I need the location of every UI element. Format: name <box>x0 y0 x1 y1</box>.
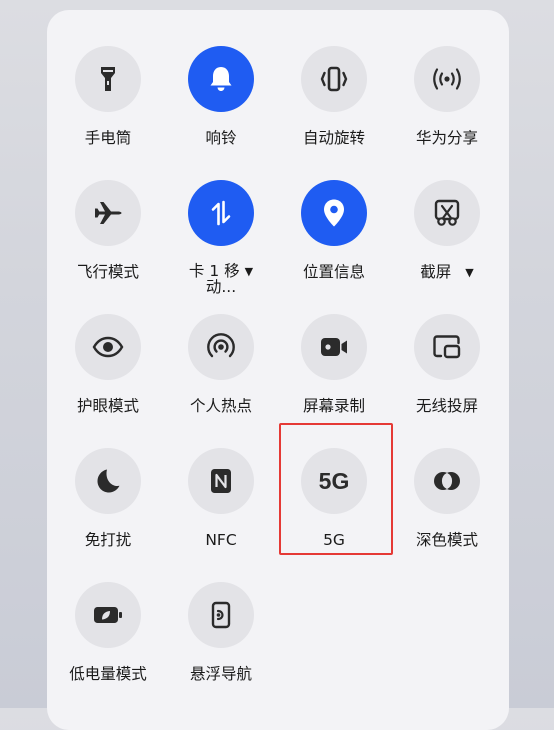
floating-nav-icon <box>211 601 231 629</box>
wireless-projection-button[interactable] <box>414 314 480 380</box>
do-not-disturb-button[interactable] <box>75 448 141 514</box>
tile-label: 悬浮导航 <box>189 665 252 683</box>
battery-leaf-icon <box>94 607 122 623</box>
dark-mode-button[interactable] <box>414 448 480 514</box>
location-button[interactable] <box>301 180 367 246</box>
carrier-label: 动... <box>205 278 237 296</box>
bell-icon <box>210 67 232 91</box>
tile-label: 飞行模式 <box>76 263 139 281</box>
airplane-button[interactable] <box>75 180 141 246</box>
tile-label: 个人热点 <box>189 397 252 415</box>
screenshot-label: 截屏 <box>420 263 452 281</box>
dark-mode-icon <box>434 472 460 490</box>
power-saving-button[interactable] <box>75 582 141 648</box>
airplane-icon <box>95 202 122 224</box>
tile-label: 位置信息 <box>302 263 365 281</box>
flashlight-icon <box>101 67 115 91</box>
eye-icon <box>92 336 124 358</box>
tile-label: 免打扰 <box>84 531 132 549</box>
screen-record-button[interactable] <box>301 314 367 380</box>
tile-label: 深色模式 <box>415 531 478 549</box>
share-wave-icon <box>433 68 461 90</box>
tile-label: NFC <box>205 531 237 549</box>
tile-label: 低电量模式 <box>69 665 147 683</box>
tile-label: 无线投屏 <box>415 397 478 415</box>
dropdown-caret-icon[interactable]: ▼ <box>245 265 253 278</box>
tile-label: 护眼模式 <box>76 397 139 415</box>
data-transfer-icon <box>211 200 231 226</box>
tile-label: 自动旋转 <box>302 129 365 147</box>
tile-label: 卡 1 移 ▼ 动... <box>171 263 271 296</box>
nfc-icon <box>211 469 231 493</box>
video-camera-icon <box>321 338 347 356</box>
tile-label: 华为分享 <box>415 129 478 147</box>
location-pin-icon <box>324 199 344 227</box>
auto-rotate-button[interactable] <box>301 46 367 112</box>
tile-label: 手电筒 <box>84 129 132 147</box>
mobile-data-button[interactable] <box>188 180 254 246</box>
screenshot-scissors-icon <box>434 199 460 226</box>
screenshot-button[interactable] <box>414 180 480 246</box>
hotspot-icon <box>207 333 235 358</box>
projection-icon <box>433 335 461 359</box>
tile-label: 响铃 <box>205 129 237 147</box>
ringer-button[interactable] <box>188 46 254 112</box>
selection-highlight-box <box>279 423 393 555</box>
eye-comfort-button[interactable] <box>75 314 141 380</box>
hotspot-button[interactable] <box>188 314 254 380</box>
floating-nav-button[interactable] <box>188 582 254 648</box>
moon-icon <box>97 469 120 493</box>
flashlight-button[interactable] <box>75 46 141 112</box>
tile-label: 截屏 ▼ <box>397 264 497 282</box>
dropdown-caret-icon[interactable]: ▼ <box>465 266 473 279</box>
auto-rotate-icon <box>320 66 348 92</box>
nfc-button[interactable] <box>188 448 254 514</box>
tile-label: 屏幕录制 <box>302 397 365 415</box>
huawei-share-button[interactable] <box>414 46 480 112</box>
